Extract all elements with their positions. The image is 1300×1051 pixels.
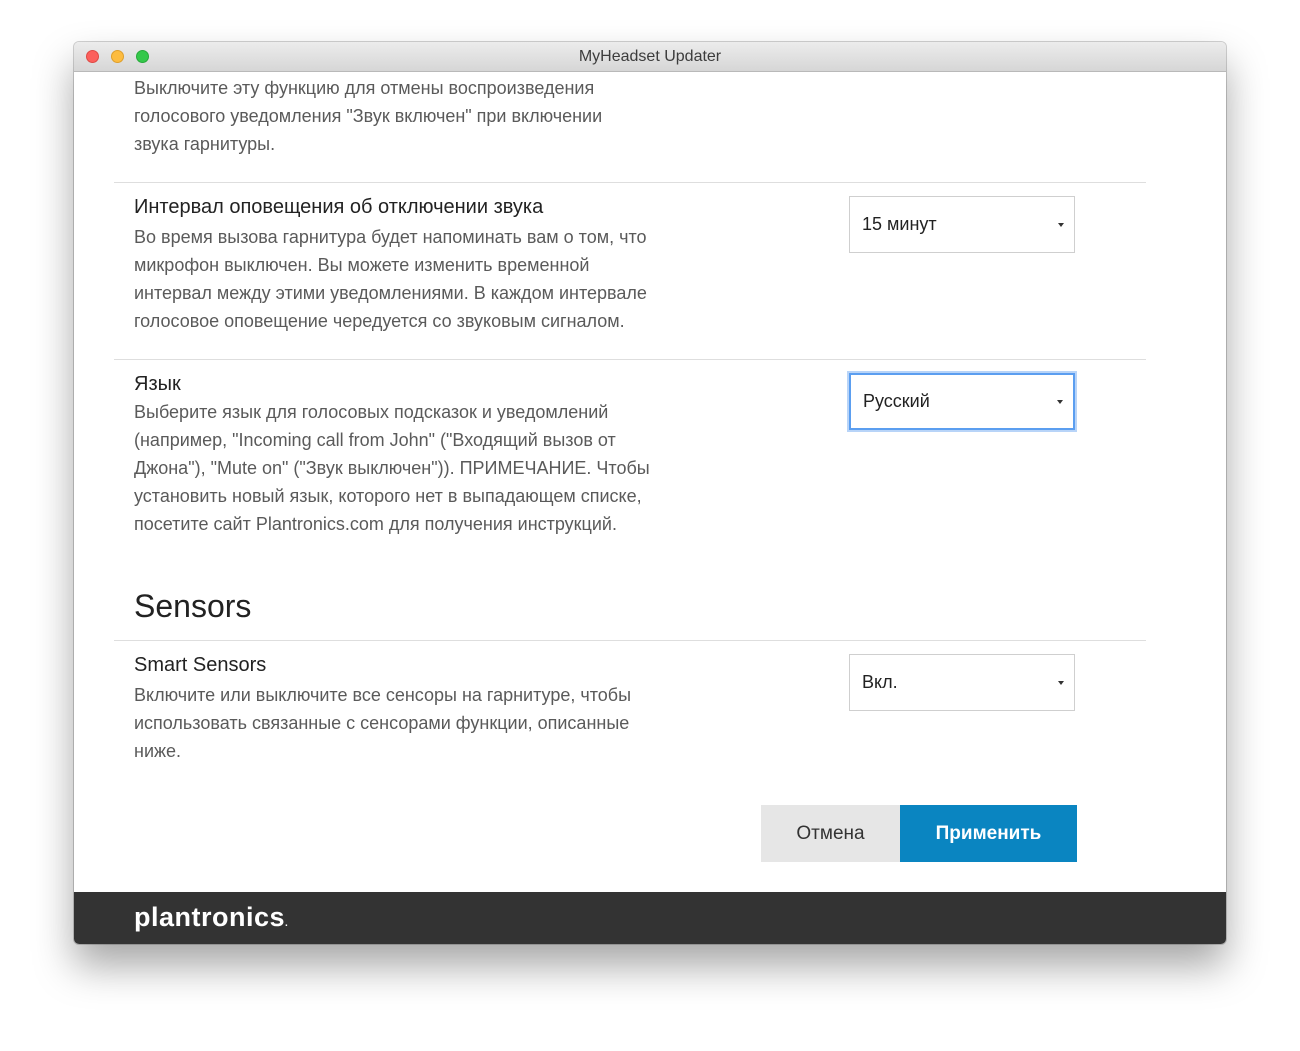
- smart-sensors-description: Включите или выключите все сенсоры на га…: [134, 685, 632, 761]
- apply-button[interactable]: Применить: [900, 805, 1077, 862]
- divider: [114, 640, 1146, 641]
- app-window: MyHeadset Updater Выключите эту функцию …: [74, 42, 1226, 944]
- plantronics-logo: plantronics.: [134, 902, 289, 932]
- divider: [114, 182, 1146, 183]
- language-select[interactable]: Русский: [849, 373, 1075, 430]
- smart-sensors-select[interactable]: Вкл.: [849, 654, 1075, 711]
- settings-content[interactable]: Выключите эту функцию для отмены воспрои…: [74, 72, 1226, 892]
- cancel-button[interactable]: Отмена: [761, 805, 900, 862]
- smart-sensors-value: Вкл.: [862, 672, 898, 692]
- sensors-section-title: Sensors: [134, 588, 252, 624]
- language-value: Русский: [863, 391, 930, 411]
- language-description: Выберите язык для голосовых подсказок и …: [134, 402, 650, 534]
- mute-interval-description: Во время вызова гарнитура будет напомина…: [134, 227, 647, 331]
- title-bar[interactable]: MyHeadset Updater: [74, 42, 1226, 72]
- language-title: Язык: [134, 373, 181, 395]
- mute-interval-select[interactable]: 15 минут: [849, 196, 1075, 253]
- window-title: MyHeadset Updater: [578, 48, 722, 65]
- caret-down-icon: [1058, 681, 1064, 685]
- smart-sensors-title: Smart Sensors: [134, 654, 267, 676]
- divider: [114, 359, 1146, 360]
- caret-down-icon: [1057, 400, 1063, 404]
- mute-on-alert-description: Выключите эту функцию для отмены воспрои…: [134, 78, 603, 154]
- caret-down-icon: [1058, 223, 1064, 227]
- mute-interval-value: 15 минут: [862, 214, 937, 234]
- mute-interval-title: Интервал оповещения об отключении звука: [134, 196, 544, 218]
- footer: plantronics.: [74, 892, 1226, 944]
